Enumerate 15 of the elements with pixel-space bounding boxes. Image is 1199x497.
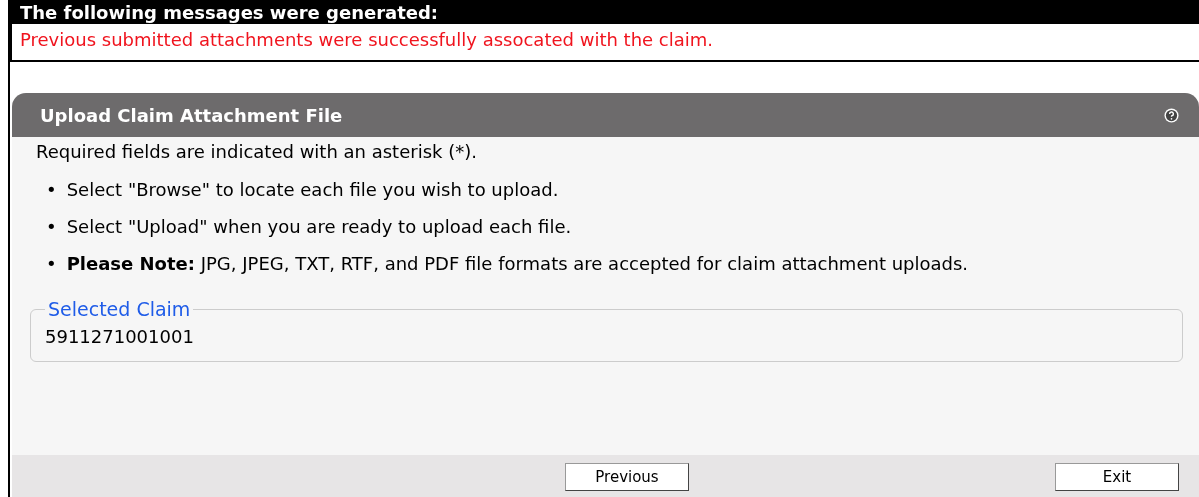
messages-title: The following messages were generated: <box>12 2 1199 24</box>
required-fields-note: Required fields are indicated with an asterisk (*). <box>36 140 478 164</box>
instruction-text: Please Note: JPG, JPEG, TXT, RTF, and PDF file formats are accepted for claim attachment uploads. <box>66 252 969 276</box>
bullet-marker: • <box>46 215 57 239</box>
instruction-text: Select "Browse" to locate each file you wish to upload. <box>66 178 559 202</box>
exit-button[interactable]: Exit <box>1055 463 1179 491</box>
bullet-marker: • <box>46 178 57 202</box>
claim-number: 5911271001001 <box>45 326 195 347</box>
group-legend: Selected Claim <box>45 298 194 320</box>
success-message: Previous submitted attachments were successfully assocated with the claim. <box>19 28 715 52</box>
instruction-text: Select "Upload" when you are ready to upload each file. <box>66 215 572 239</box>
help-icon[interactable] <box>1164 107 1179 123</box>
previous-button[interactable]: Previous <box>565 463 689 491</box>
bullet-marker: • <box>46 252 57 276</box>
panel-title: Upload Claim Attachment File <box>40 104 343 126</box>
